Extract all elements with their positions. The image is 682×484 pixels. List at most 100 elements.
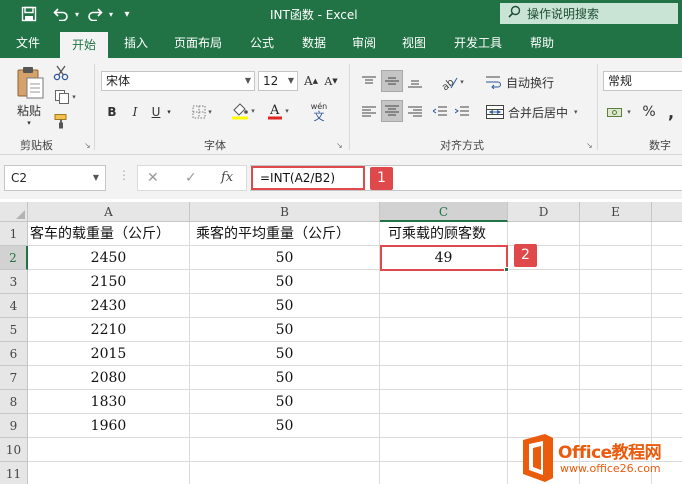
- cell-a5[interactable]: 2210: [28, 318, 190, 342]
- decrease-font-size-icon[interactable]: A ▼: [322, 71, 340, 91]
- tell-me-search[interactable]: 操作说明搜索: [500, 3, 678, 24]
- redo-icon[interactable]: [84, 4, 106, 24]
- borders-icon[interactable]: ▾: [188, 102, 216, 122]
- cancel-entry-icon[interactable]: ✕: [147, 170, 159, 186]
- tab-developer[interactable]: 开发工具: [446, 29, 510, 58]
- cell-a4[interactable]: 2430: [28, 294, 190, 318]
- row-header[interactable]: 10: [0, 438, 28, 462]
- cell-a7[interactable]: 2080: [28, 366, 190, 390]
- row-header[interactable]: 6: [0, 342, 28, 366]
- font-size-select[interactable]: 12 ▼: [258, 71, 298, 91]
- cell-b6[interactable]: 50: [190, 342, 380, 366]
- align-middle-icon[interactable]: [381, 70, 403, 92]
- cell-b1[interactable]: 乘客的平均重量（公斤）: [190, 222, 380, 246]
- cell-a1[interactable]: 客车的载重量（公斤）: [28, 222, 190, 246]
- cell-c1[interactable]: 可乘载的顾客数: [380, 222, 508, 246]
- cell-a11[interactable]: [28, 462, 190, 484]
- column-header-d[interactable]: D: [508, 202, 580, 222]
- cell-b10[interactable]: [190, 438, 380, 462]
- tab-data[interactable]: 数据: [292, 29, 336, 58]
- name-box[interactable]: C2 ▼: [4, 165, 106, 191]
- row-header[interactable]: 8: [0, 390, 28, 414]
- fill-handle[interactable]: [504, 267, 509, 272]
- font-launcher-icon[interactable]: ↘: [336, 141, 343, 150]
- paste-dropdown-icon[interactable]: ▾: [24, 118, 34, 128]
- cell-b5[interactable]: 50: [190, 318, 380, 342]
- cell-a10[interactable]: [28, 438, 190, 462]
- customize-qat-icon[interactable]: ▾: [120, 4, 134, 24]
- undo-icon[interactable]: [50, 4, 72, 24]
- select-all-corner[interactable]: [0, 202, 28, 222]
- align-right-icon[interactable]: [405, 102, 425, 122]
- redo-dropdown-icon[interactable]: ▾: [106, 4, 116, 24]
- cell-a3[interactable]: 2150: [28, 270, 190, 294]
- cell-b8[interactable]: 50: [190, 390, 380, 414]
- column-header-c[interactable]: C: [380, 202, 508, 222]
- cell-b7[interactable]: 50: [190, 366, 380, 390]
- increase-font-size-icon[interactable]: A ▲: [302, 71, 320, 91]
- comma-style-button[interactable]: ,: [664, 102, 678, 122]
- align-center-icon[interactable]: [381, 100, 403, 122]
- row-header[interactable]: 4: [0, 294, 28, 318]
- underline-button[interactable]: U: [148, 102, 164, 122]
- paste-icon[interactable]: [12, 64, 48, 102]
- cut-icon[interactable]: [52, 64, 70, 82]
- cell-b9[interactable]: 50: [190, 414, 380, 438]
- undo-dropdown-icon[interactable]: ▾: [72, 4, 82, 24]
- underline-dropdown-icon[interactable]: ▾: [164, 102, 174, 122]
- font-color-icon[interactable]: A ▾: [264, 100, 292, 122]
- fill-color-icon[interactable]: ▾: [228, 100, 258, 122]
- tab-review[interactable]: 审阅: [342, 29, 386, 58]
- cell-b2[interactable]: 50: [190, 246, 380, 270]
- cell-b3[interactable]: 50: [190, 270, 380, 294]
- tab-page-layout[interactable]: 页面布局: [166, 29, 230, 58]
- cell-f1[interactable]: [652, 222, 682, 246]
- cell-c11[interactable]: [380, 462, 508, 484]
- cell-a2[interactable]: 2450: [28, 246, 190, 270]
- tab-formulas[interactable]: 公式: [240, 29, 284, 58]
- align-left-icon[interactable]: [359, 102, 379, 122]
- cell-c7[interactable]: [380, 366, 508, 390]
- accounting-format-icon[interactable]: ▾: [604, 102, 634, 122]
- formula-text[interactable]: =INT(A2/B2): [251, 166, 365, 190]
- cell-b11[interactable]: [190, 462, 380, 484]
- insert-function-button[interactable]: fx: [221, 170, 233, 185]
- row-header[interactable]: 7: [0, 366, 28, 390]
- cell-a8[interactable]: 1830: [28, 390, 190, 414]
- cell-c5[interactable]: [380, 318, 508, 342]
- column-header-f[interactable]: [652, 202, 682, 222]
- paste-button[interactable]: 粘贴: [14, 102, 44, 118]
- merge-center-button[interactable]: 合并后居中 ▾: [486, 102, 586, 122]
- confirm-entry-icon[interactable]: ✓: [185, 170, 197, 186]
- row-header[interactable]: 1: [0, 222, 28, 246]
- orientation-icon[interactable]: ab ▾: [436, 72, 468, 92]
- row-header[interactable]: 2: [0, 246, 28, 270]
- tab-help[interactable]: 帮助: [520, 29, 564, 58]
- cell-c4[interactable]: [380, 294, 508, 318]
- decrease-indent-icon[interactable]: [430, 102, 450, 122]
- increase-indent-icon[interactable]: [452, 102, 472, 122]
- align-top-icon[interactable]: [359, 72, 379, 92]
- clipboard-launcher-icon[interactable]: ↘: [84, 141, 91, 150]
- italic-button[interactable]: I: [126, 102, 144, 122]
- tab-insert[interactable]: 插入: [112, 29, 160, 58]
- format-painter-icon[interactable]: [52, 112, 70, 130]
- row-header[interactable]: 5: [0, 318, 28, 342]
- font-name-select[interactable]: 宋体 ▼: [101, 71, 255, 91]
- copy-icon[interactable]: ▾: [52, 88, 78, 106]
- column-header-b[interactable]: B: [190, 202, 380, 222]
- tab-view[interactable]: 视图: [392, 29, 436, 58]
- phonetic-guide-icon[interactable]: wén 文: [306, 98, 332, 126]
- percent-style-button[interactable]: %: [640, 102, 658, 122]
- bold-button[interactable]: B: [103, 102, 121, 122]
- cell-c6[interactable]: [380, 342, 508, 366]
- cell-e1[interactable]: [580, 222, 652, 246]
- save-icon[interactable]: [18, 4, 40, 24]
- alignment-launcher-icon[interactable]: ↘: [586, 141, 593, 150]
- wrap-text-button[interactable]: 自动换行: [486, 72, 558, 92]
- row-header[interactable]: 11: [0, 462, 28, 484]
- row-header[interactable]: 3: [0, 270, 28, 294]
- cell-c10[interactable]: [380, 438, 508, 462]
- tab-home[interactable]: 开始: [60, 32, 108, 58]
- cell-c8[interactable]: [380, 390, 508, 414]
